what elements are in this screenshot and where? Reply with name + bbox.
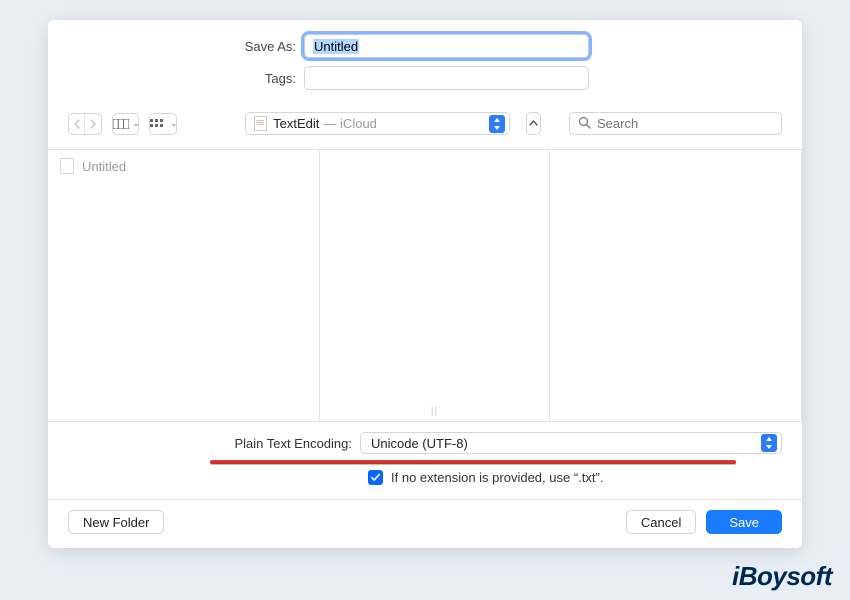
options-area: Plain Text Encoding: Unicode (UTF-8) If … — [48, 422, 802, 499]
group-mode: ⌄ — [149, 113, 177, 135]
location-where: — iCloud — [323, 116, 376, 131]
search-icon — [578, 116, 591, 132]
back-button[interactable] — [69, 114, 85, 134]
cancel-button[interactable]: Cancel — [626, 510, 696, 534]
grid-icon — [150, 119, 166, 129]
bottom-bar: New Folder Cancel Save — [48, 500, 802, 548]
popup-stepper-icon — [489, 115, 505, 133]
group-button[interactable]: ⌄ — [150, 114, 177, 134]
file-name: Untitled — [82, 159, 126, 174]
save-dialog: Save As: Untitled Tags: — [48, 20, 802, 548]
columns-icon — [113, 119, 129, 129]
toolbar: ⌄ ⌄ TextEdit — iCloud — [48, 108, 802, 149]
textedit-doc-icon — [254, 116, 267, 131]
file-browser: Untitled || — [48, 149, 802, 422]
filename-text: Untitled — [313, 39, 359, 54]
encoding-label: Plain Text Encoding: — [68, 436, 360, 451]
nav-back-forward — [68, 113, 102, 135]
search-input[interactable] — [597, 116, 773, 131]
list-item[interactable]: Untitled — [48, 156, 319, 176]
collapse-button[interactable] — [526, 112, 541, 135]
encoding-value: Unicode (UTF-8) — [371, 436, 468, 451]
save-as-input[interactable]: Untitled — [304, 34, 589, 58]
new-folder-button[interactable]: New Folder — [68, 510, 164, 534]
chevron-down-icon: ⌄ — [170, 119, 177, 128]
column-1[interactable]: Untitled — [48, 150, 320, 421]
column-2[interactable]: || — [320, 150, 550, 421]
save-button[interactable]: Save — [706, 510, 782, 534]
save-as-label: Save As: — [82, 39, 304, 54]
watermark: iBoysoft — [732, 561, 832, 592]
forward-button[interactable] — [85, 114, 101, 134]
header-fields: Save As: Untitled Tags: — [48, 20, 802, 108]
annotation-underline — [210, 460, 736, 464]
view-mode: ⌄ — [112, 113, 140, 135]
tags-input[interactable] — [304, 66, 589, 90]
popup-stepper-icon — [761, 434, 777, 452]
checkmark-icon — [370, 472, 381, 483]
tags-label: Tags: — [82, 71, 304, 86]
location-popup[interactable]: TextEdit — iCloud — [245, 112, 510, 135]
column-3[interactable] — [550, 150, 802, 421]
chevron-down-icon: ⌄ — [133, 119, 140, 128]
encoding-popup[interactable]: Unicode (UTF-8) — [360, 432, 782, 454]
search-field[interactable] — [569, 112, 782, 135]
view-columns-button[interactable]: ⌄ — [113, 114, 140, 134]
column-resize-handle[interactable]: || — [431, 406, 438, 417]
use-txt-label: If no extension is provided, use “.txt”. — [391, 470, 603, 485]
location-app: TextEdit — [273, 116, 319, 131]
use-txt-checkbox[interactable] — [368, 470, 383, 485]
document-icon — [60, 158, 74, 174]
